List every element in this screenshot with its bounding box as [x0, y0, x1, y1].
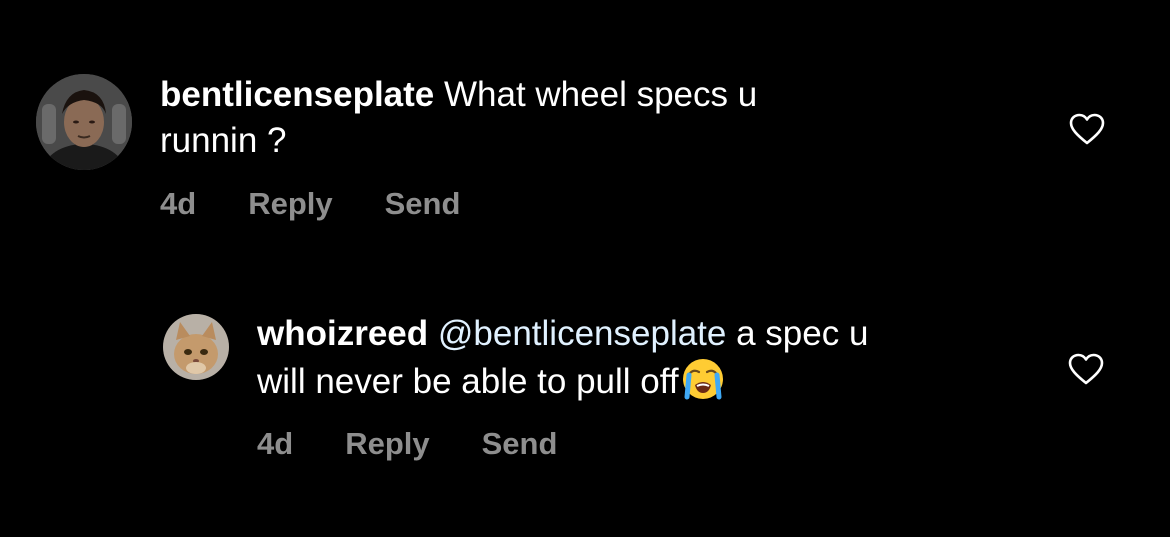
cat-avatar-icon: [163, 314, 229, 380]
heart-outline-icon[interactable]: [1069, 113, 1105, 145]
mention-link[interactable]: @bentlicenseplate: [438, 314, 727, 353]
loudly-crying-face-emoji-icon: [682, 359, 723, 400]
comment-text-line2: runnin ?: [160, 121, 287, 160]
comment-meta: 4d Reply Send: [160, 186, 460, 222]
heart-outline-icon[interactable]: [1068, 353, 1104, 385]
user-avatar[interactable]: [163, 314, 229, 380]
comment-timestamp: 4d: [160, 186, 197, 221]
comment-timestamp: 4d: [257, 426, 294, 461]
send-button[interactable]: Send: [482, 426, 558, 462]
reply-button[interactable]: Reply: [248, 186, 332, 222]
comment-text-line1: a spec u: [726, 314, 869, 353]
comment-text: bentlicenseplate What wheel specs u runn…: [160, 72, 960, 164]
user-avatar[interactable]: [36, 74, 132, 170]
comment-username[interactable]: whoizreed: [257, 314, 428, 353]
comment-text-line1: What wheel specs u: [434, 75, 758, 114]
comment-username[interactable]: bentlicenseplate: [160, 75, 434, 114]
person-avatar-icon: [36, 74, 132, 170]
comment-text-line2: will never be able to pull off: [257, 362, 679, 401]
comment-text: whoizreed @bentlicenseplate a spec u wil…: [257, 311, 1037, 405]
comment-meta: 4d Reply Send: [257, 426, 557, 462]
send-button[interactable]: Send: [385, 186, 461, 222]
reply-button[interactable]: Reply: [345, 426, 429, 462]
